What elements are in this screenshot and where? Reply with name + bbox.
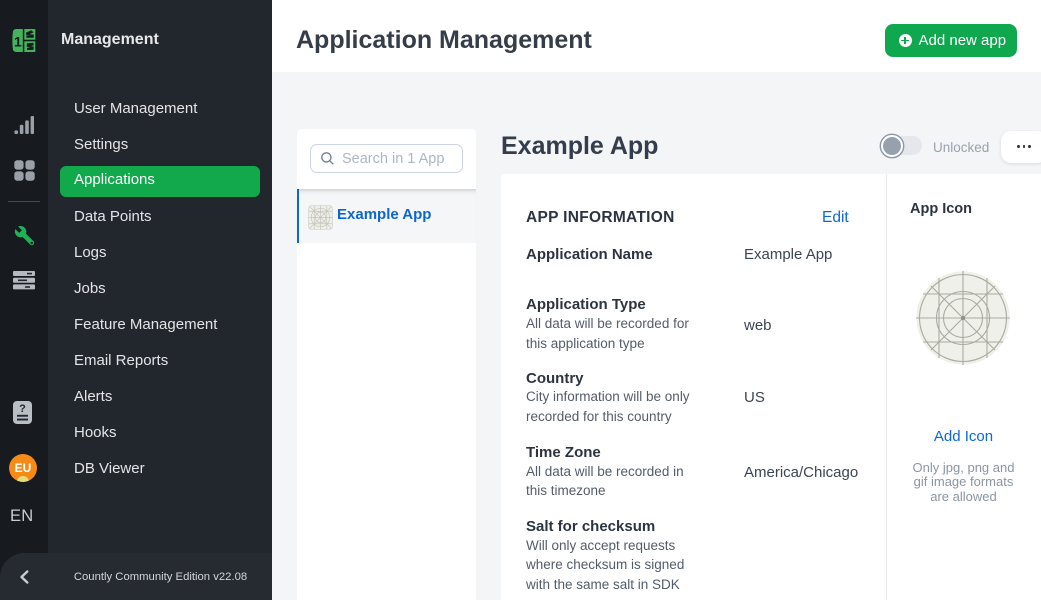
svg-text:1: 1 bbox=[14, 33, 22, 49]
svg-text:?: ? bbox=[19, 403, 26, 415]
